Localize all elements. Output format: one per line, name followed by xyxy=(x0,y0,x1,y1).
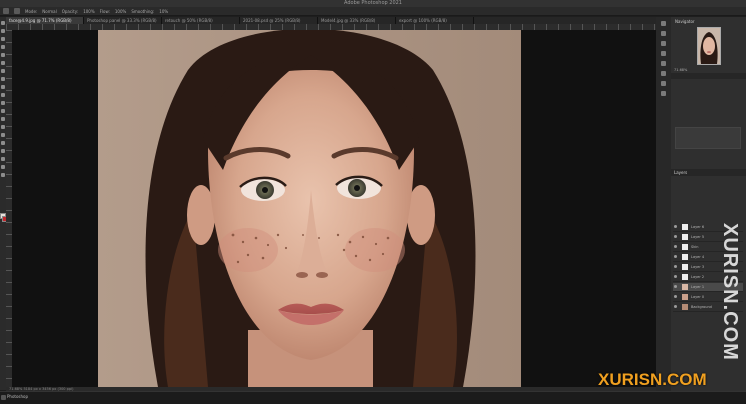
window-title: Adobe Photoshop 2021 xyxy=(344,0,402,6)
properties-icon[interactable] xyxy=(661,31,666,36)
crop-tool-icon[interactable] xyxy=(1,53,5,57)
taskbar: Photoshop xyxy=(0,391,746,404)
tab-document[interactable]: Photoshop panel @ 33.3% (RGB/8) xyxy=(84,17,162,24)
tab-document[interactable]: retouch @ 50% (RGB/8) xyxy=(162,17,240,24)
visibility-eye-icon[interactable] xyxy=(674,275,677,278)
dodge-tool-icon[interactable] xyxy=(1,125,5,129)
flow-label: Flow: xyxy=(99,8,110,14)
adjustments-header xyxy=(671,73,746,79)
blur-tool-icon[interactable] xyxy=(1,117,5,121)
options-bar: Mode: Normal Opacity: 100% Flow: 100% Sm… xyxy=(0,7,746,16)
history-brush-icon[interactable] xyxy=(1,93,5,97)
taskbar-app-label: Photoshop xyxy=(7,394,29,399)
brush-preset-icon[interactable] xyxy=(14,8,20,14)
layer-name: Layer 4 xyxy=(691,255,705,259)
layer-name: Layer 2 xyxy=(691,275,705,279)
healing-tool-icon[interactable] xyxy=(1,69,5,73)
pen-tool-icon[interactable] xyxy=(1,133,5,137)
gradient-tool-icon[interactable] xyxy=(1,109,5,113)
visibility-eye-icon[interactable] xyxy=(674,255,677,258)
watermark-horizontal: XURISN.COM xyxy=(598,370,707,389)
character-icon[interactable] xyxy=(661,71,666,76)
move-tool-icon[interactable] xyxy=(1,21,5,25)
tab-document[interactable]: export @ 100% (RGB/8) xyxy=(396,17,474,24)
swatches-icon[interactable] xyxy=(661,61,666,66)
tab-document[interactable]: face@4.9.jpg @ 71.7% (RGB/8) xyxy=(6,17,84,24)
layer-name: Background xyxy=(691,305,712,309)
hand-tool-icon[interactable] xyxy=(1,165,5,169)
layer-thumbnail xyxy=(682,274,688,280)
layer-thumbnail xyxy=(682,244,688,250)
visibility-eye-icon[interactable] xyxy=(674,245,677,248)
visibility-eye-icon[interactable] xyxy=(674,225,677,228)
layers-panel-title: Layers xyxy=(671,169,746,176)
layer-thumbnail xyxy=(682,234,688,240)
opacity-value[interactable]: 100% xyxy=(83,9,94,14)
portrait-illustration xyxy=(98,30,521,387)
mode-label: Mode: xyxy=(25,8,38,14)
layer-thumbnail xyxy=(682,224,688,230)
visibility-eye-icon[interactable] xyxy=(674,265,677,268)
layer-thumbnail xyxy=(682,294,688,300)
layer-thumbnail xyxy=(682,254,688,260)
zoom-value[interactable]: 71.68% xyxy=(674,68,687,72)
eyedropper-tool-icon[interactable] xyxy=(1,61,5,65)
navigator-title: Navigator xyxy=(675,19,695,24)
marquee-tool-icon[interactable] xyxy=(1,29,5,33)
layer-name: Layer 0 xyxy=(691,295,705,299)
lasso-tool-icon[interactable] xyxy=(1,37,5,41)
opacity-label: Opacity: xyxy=(61,8,79,14)
paragraph-icon[interactable] xyxy=(661,81,666,86)
navigator-thumbnail-image xyxy=(698,28,720,64)
shape-tool-icon[interactable] xyxy=(1,157,5,161)
layer-thumbnail xyxy=(682,284,688,290)
home-icon[interactable] xyxy=(3,8,9,14)
visibility-eye-icon[interactable] xyxy=(674,305,677,308)
smoothing-value[interactable]: 10% xyxy=(159,9,168,14)
watermark-vertical: XURISN.COM xyxy=(719,223,741,361)
quick-select-tool-icon[interactable] xyxy=(1,45,5,49)
document-tabs: face@4.9.jpg @ 71.7% (RGB/8) Photoshop p… xyxy=(6,17,656,24)
layer-name: Layer 5 xyxy=(691,235,705,239)
layer-name: Layer 1 xyxy=(691,285,705,289)
tab-document[interactable]: 2021-08.psd @ 25% (RGB/8) xyxy=(240,17,318,24)
zoom-tool-icon[interactable] xyxy=(1,173,5,177)
canvas-area[interactable] xyxy=(12,30,656,387)
portrait-photo[interactable] xyxy=(98,30,521,387)
smoothing-label: Smoothing: xyxy=(131,8,155,14)
layer-name: Layer 6 xyxy=(691,225,705,229)
flow-value[interactable]: 100% xyxy=(115,9,126,14)
path-select-icon[interactable] xyxy=(1,149,5,153)
brush-tool-icon[interactable] xyxy=(1,77,5,81)
adjustments-icon[interactable] xyxy=(661,41,666,46)
layer-name: Skin xyxy=(691,245,699,249)
panel-dock-strip xyxy=(656,17,671,391)
layer-thumbnail xyxy=(682,304,688,310)
layer-name: Layer 3 xyxy=(691,265,705,269)
mode-select[interactable]: Normal xyxy=(42,9,56,14)
actions-icon[interactable] xyxy=(661,91,666,96)
tab-document[interactable]: Model4.jpg @ 33% (RGB/8) xyxy=(318,17,396,24)
stamp-tool-icon[interactable] xyxy=(1,85,5,89)
brush-settings-icon[interactable] xyxy=(661,51,666,56)
visibility-eye-icon[interactable] xyxy=(674,285,677,288)
photoshop-app-icon[interactable] xyxy=(1,395,6,400)
navigator-thumbnail[interactable] xyxy=(697,27,721,65)
title-bar: Adobe Photoshop 2021 xyxy=(0,0,746,7)
properties-box[interactable] xyxy=(675,127,741,149)
visibility-eye-icon[interactable] xyxy=(674,295,677,298)
visibility-eye-icon[interactable] xyxy=(674,235,677,238)
type-tool-icon[interactable] xyxy=(1,141,5,145)
layer-thumbnail xyxy=(682,264,688,270)
eraser-tool-icon[interactable] xyxy=(1,101,5,105)
history-icon[interactable] xyxy=(661,21,666,26)
